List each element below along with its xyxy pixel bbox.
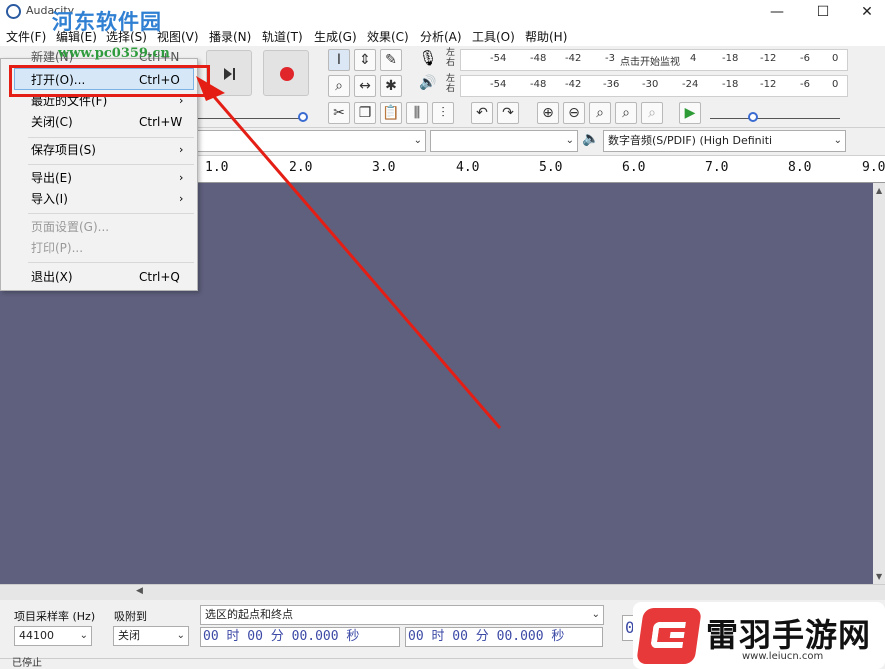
watermark-site: www.leiucn.com (742, 651, 824, 662)
watermark-brand: 雷羽手游网 (706, 616, 872, 654)
watermark-url: www.pc0359.cn (58, 46, 170, 61)
watermark-logo-icon (636, 608, 702, 664)
annotation-arrow-icon (196, 76, 502, 429)
watermark-logo-text: 河东软件园 (52, 9, 162, 34)
